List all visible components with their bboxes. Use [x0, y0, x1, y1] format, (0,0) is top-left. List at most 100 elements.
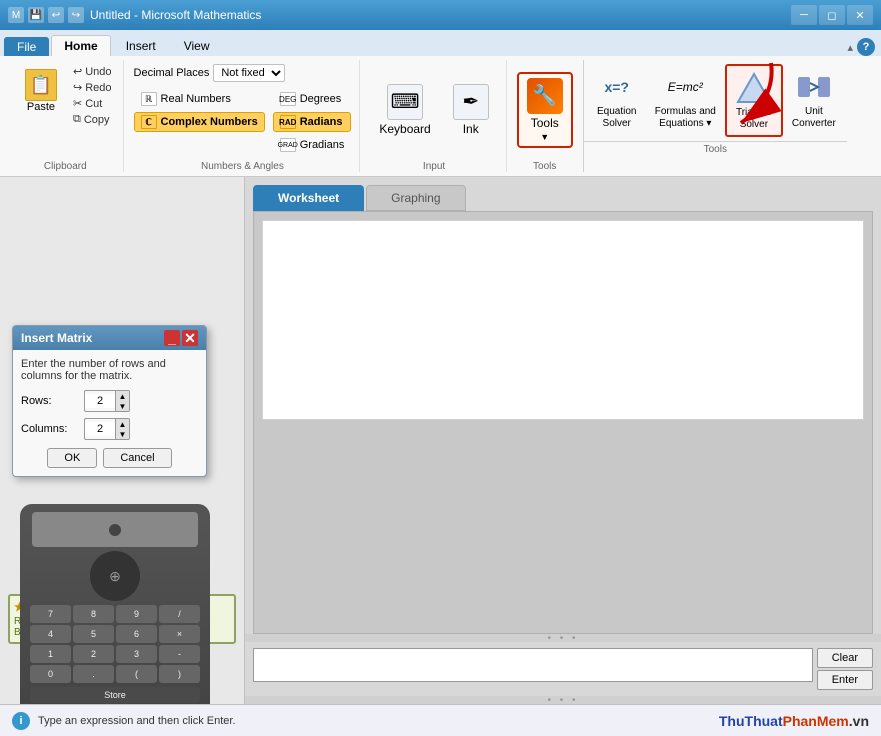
ribbon-group-input: ⌨ Keyboard ✒ Ink Input: [362, 60, 506, 172]
redo-icon[interactable]: ↪: [68, 7, 84, 23]
gradians-icon: GRAD: [280, 138, 296, 152]
cut-button[interactable]: ✂ Cut: [70, 96, 115, 111]
equation-solver-button[interactable]: x=? EquationSolver: [588, 64, 646, 137]
tools-content: 🔧 Tools ▼: [517, 60, 573, 159]
equation-solver-icon: x=?: [599, 69, 635, 105]
formulas-label: Formulas andEquations ▾: [655, 106, 716, 130]
copy-button[interactable]: ⧉ Copy: [70, 112, 115, 127]
dialog-ok-button[interactable]: OK: [47, 448, 97, 468]
undo-icon: ↩: [73, 65, 82, 78]
worksheet-content: [262, 220, 864, 420]
formulas-equations-button[interactable]: E=mc² Formulas andEquations ▾: [648, 64, 723, 137]
dialog-title-controls: _ ✕: [164, 330, 198, 346]
cols-up-button[interactable]: ▲: [115, 419, 129, 429]
copy-icon: ⧉: [73, 113, 81, 126]
dialog-body: Enter the number of rows and columns for…: [13, 350, 206, 476]
clear-input-button[interactable]: Clear: [817, 648, 873, 668]
tools-label: Tools: [533, 159, 556, 172]
triangle-solver-button[interactable]: TriangleSolver: [725, 64, 783, 137]
redo-icon: ↪: [73, 81, 82, 94]
triangle-solver-icon: [736, 70, 772, 106]
redo-button[interactable]: ↪ Redo: [70, 80, 115, 95]
unit-converter-icon: [796, 69, 832, 105]
calculator-panel: Insert Matrix _ ✕ Enter the number of ro…: [0, 177, 245, 704]
decimal-select[interactable]: Not fixed: [213, 64, 285, 82]
rows-row: Rows: ▲ ▼: [21, 390, 198, 412]
dialog-title-bar: Insert Matrix _ ✕: [13, 326, 206, 350]
paste-label: Paste: [27, 101, 55, 113]
degrees-button[interactable]: DEG Degrees: [273, 89, 352, 109]
undo-icon[interactable]: ↩: [48, 7, 64, 23]
save-icon[interactable]: 💾: [28, 7, 44, 23]
ribbon-body: 📋 Paste ↩ Undo ↪ Redo ✂ Cut: [0, 56, 881, 176]
complex-numbers-icon: ℂ: [141, 115, 157, 129]
tools-button[interactable]: 🔧 Tools ▼: [517, 72, 573, 148]
tools-icon: 🔧: [527, 78, 563, 114]
tools-section-label: Tools: [584, 141, 847, 157]
input-content: ⌨ Keyboard ✒ Ink: [370, 60, 497, 159]
main-area: Insert Matrix _ ✕ Enter the number of ro…: [0, 177, 881, 704]
dialog-title-text: Insert Matrix: [21, 331, 92, 345]
real-numbers-icon: ℝ: [141, 92, 157, 106]
ink-icon: ✒: [453, 84, 489, 120]
ribbon: File Home Insert View ▴ ? 📋 Paste ↩: [0, 30, 881, 177]
real-numbers-button[interactable]: ℝ Real Numbers: [134, 89, 265, 109]
clipboard-content: 📋 Paste ↩ Undo ↪ Redo ✂ Cut: [16, 60, 115, 159]
help-button[interactable]: ?: [857, 38, 875, 56]
resize-handle-bottom[interactable]: • • •: [245, 696, 881, 704]
app-icon: M: [8, 7, 24, 23]
help-arrow[interactable]: ▴: [847, 41, 853, 54]
rows-input[interactable]: [85, 394, 115, 408]
cols-spinner[interactable]: ▲ ▼: [84, 418, 130, 440]
dialog-description: Enter the number of rows and columns for…: [21, 358, 198, 382]
title-bar-quick-access: M 💾 ↩ ↪: [8, 7, 84, 23]
status-icon: i: [12, 712, 30, 730]
paste-button[interactable]: 📋 Paste: [16, 64, 66, 118]
window-title: Untitled - Microsoft Mathematics: [90, 8, 261, 22]
tab-insert[interactable]: Insert: [113, 35, 169, 56]
triangle-solver-label: TriangleSolver: [736, 107, 772, 131]
resize-handle[interactable]: • • •: [245, 634, 881, 642]
rows-label: Rows:: [21, 395, 76, 407]
ribbon-group-tools: 🔧 Tools ▼ Tools: [509, 60, 581, 172]
rows-spinner[interactable]: ▲ ▼: [84, 390, 130, 412]
window-controls: ─ ◻ ✕: [791, 5, 873, 25]
enter-input-button[interactable]: Enter: [817, 670, 873, 690]
dialog-minimize[interactable]: _: [164, 330, 180, 346]
ribbon-group-numbers: Decimal Places Not fixed ℝ Real Numbers …: [126, 60, 361, 172]
complex-numbers-button[interactable]: ℂ Complex Numbers: [134, 112, 265, 132]
close-button[interactable]: ✕: [847, 5, 873, 25]
tab-view[interactable]: View: [171, 35, 223, 56]
expression-input[interactable]: [253, 648, 813, 682]
cols-input[interactable]: [85, 422, 115, 436]
ink-button[interactable]: ✒ Ink: [444, 79, 498, 141]
brand-vn: .vn: [849, 713, 869, 729]
undo-button[interactable]: ↩ Undo: [70, 64, 115, 79]
keyboard-button[interactable]: ⌨ Keyboard: [370, 79, 439, 141]
radians-button[interactable]: RAD Radians: [273, 112, 352, 132]
resize-dots-bottom: • • •: [547, 695, 578, 706]
tab-home[interactable]: Home: [51, 35, 110, 56]
ribbon-group-clipboard: 📋 Paste ↩ Undo ↪ Redo ✂ Cut: [8, 60, 124, 172]
restore-button[interactable]: ◻: [819, 5, 845, 25]
tools-dropdown-panel: x=? EquationSolver E=mc² Formulas andEqu…: [583, 60, 847, 172]
ribbon-tab-bar: File Home Insert View ▴ ?: [0, 30, 881, 56]
unit-converter-button[interactable]: UnitConverter: [785, 64, 843, 137]
right-panel: Worksheet Graphing • • • Clear Enter: [245, 177, 881, 704]
brand-mem: Mem: [817, 713, 849, 729]
gradians-button[interactable]: GRAD Gradians: [273, 135, 352, 155]
input-label: Input: [423, 159, 445, 172]
keyboard-icon: ⌨: [387, 84, 423, 120]
dialog-close-button[interactable]: ✕: [182, 330, 198, 346]
rows-down-button[interactable]: ▼: [115, 401, 129, 411]
equation-solver-label: EquationSolver: [597, 106, 636, 130]
minimize-button[interactable]: ─: [791, 5, 817, 25]
tab-file[interactable]: File: [4, 37, 49, 56]
tab-worksheet[interactable]: Worksheet: [253, 185, 364, 211]
dialog-cancel-button[interactable]: Cancel: [103, 448, 171, 468]
rows-up-button[interactable]: ▲: [115, 391, 129, 401]
cols-down-button[interactable]: ▼: [115, 429, 129, 439]
tab-graphing[interactable]: Graphing: [366, 185, 465, 211]
input-area: Clear Enter: [245, 642, 881, 696]
status-message: Type an expression and then click Enter.: [38, 715, 236, 727]
